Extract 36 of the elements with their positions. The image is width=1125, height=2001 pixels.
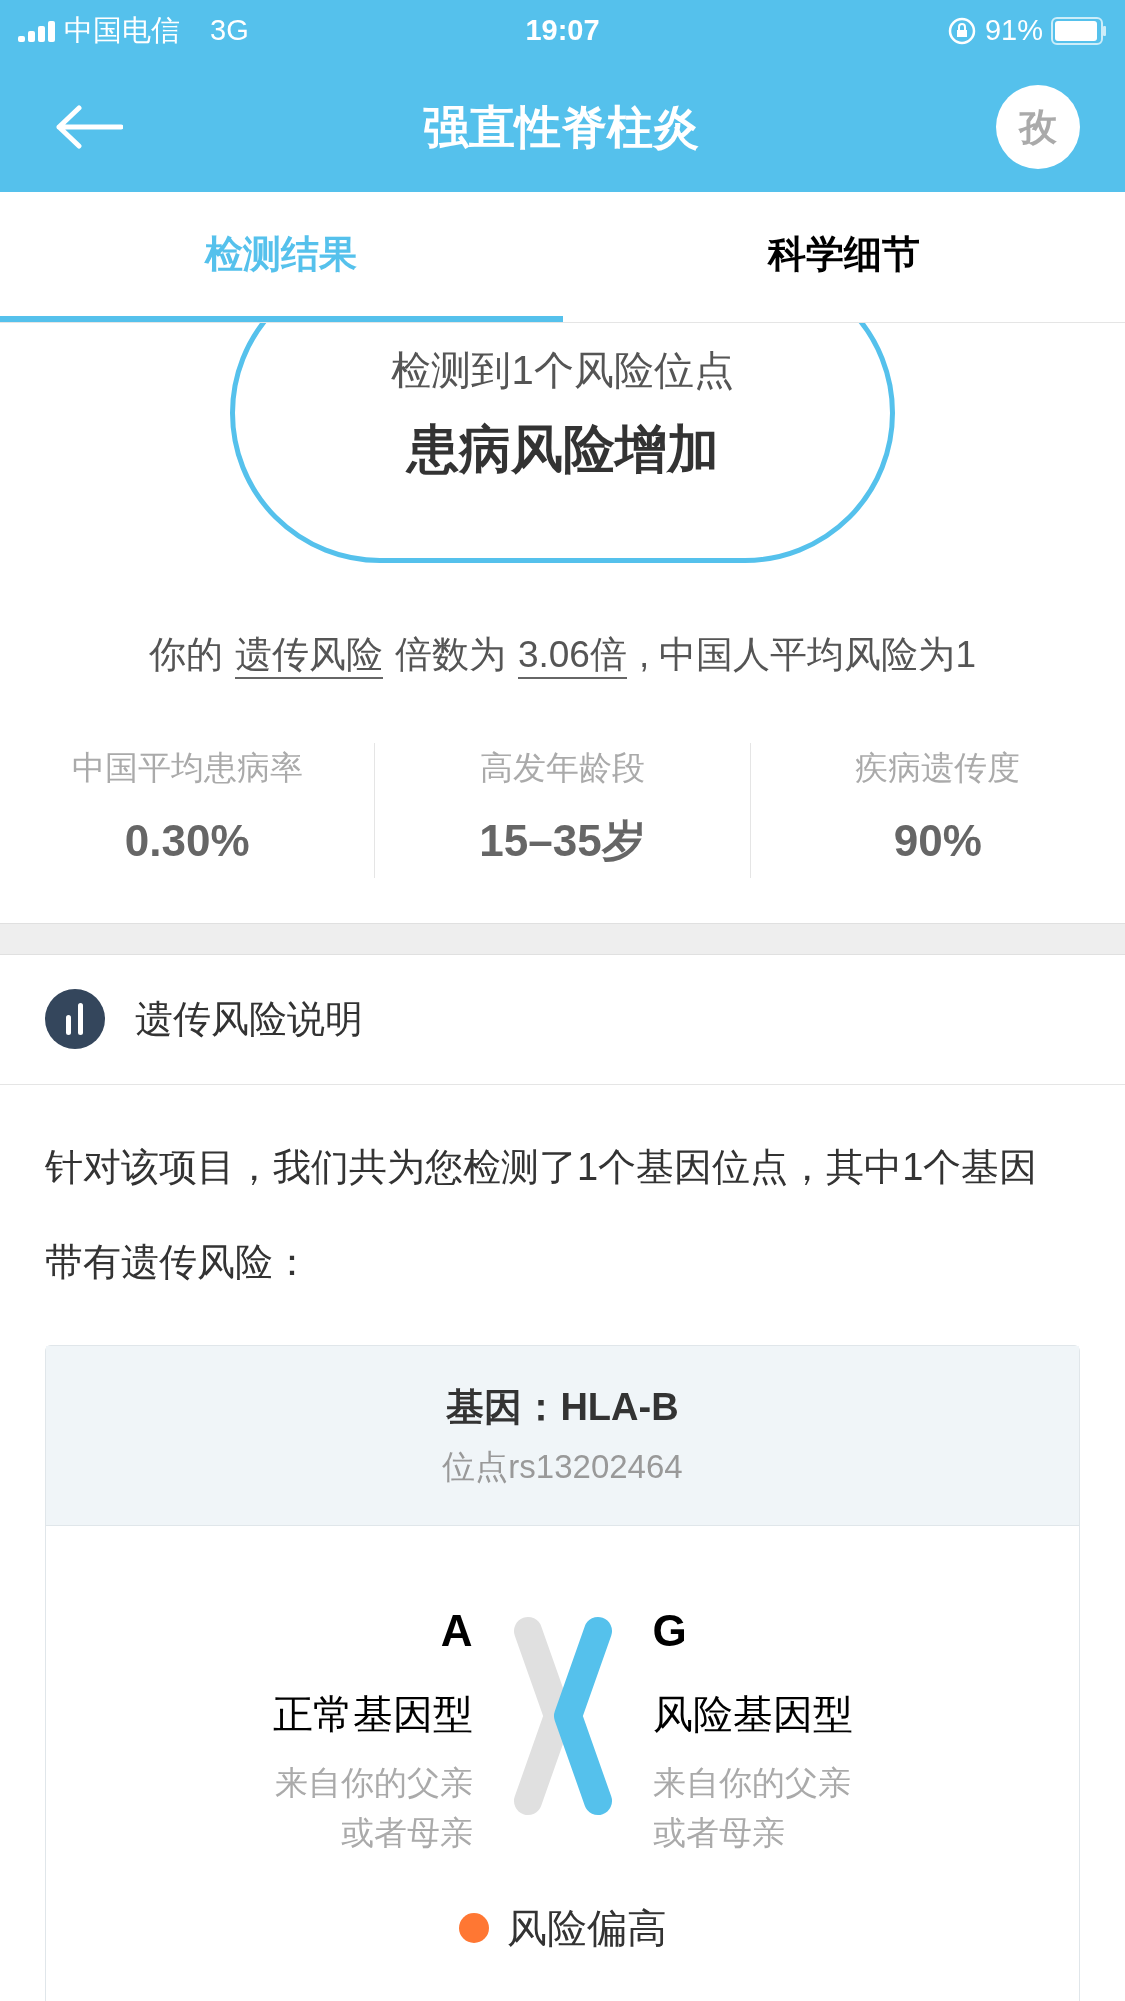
allele-letter: A [440, 1605, 473, 1656]
risk-level-label: 风险偏高 [506, 1904, 667, 1952]
result-summary: 检测到1个风险位点 [391, 347, 734, 394]
genotype-label: 风险基因型 [652, 1690, 853, 1738]
signal-icon [18, 20, 56, 42]
carrier-name: 中国电信 [64, 13, 180, 49]
network-type: 3G [210, 13, 249, 49]
section-title: 遗传风险说明 [135, 996, 363, 1042]
clock: 19:07 [525, 13, 600, 49]
stat-value: 15–35岁 [479, 815, 646, 867]
risk-sentence: 你的 遗传风险 倍数为 3.06倍 , 中国人平均风险为1 [0, 627, 1125, 683]
battery-icon [1051, 17, 1107, 45]
intro-text: 针对该项目，我们共为您检测了1个基因位点，其中1个基因带有遗传风险： [44, 1144, 1039, 1285]
genotype-origin: 或者母亲 [652, 1812, 785, 1853]
genotype-origin: 来自你的父亲 [652, 1762, 851, 1803]
genotype-label: 正常基因型 [272, 1690, 473, 1738]
rotation-lock-icon [946, 16, 977, 46]
gene-name: 基因：HLA-B [446, 1384, 679, 1430]
stat-value: 90% [893, 815, 982, 867]
result-verdict: 患病风险增加 [406, 419, 719, 480]
stat-label: 中国平均患病率 [71, 747, 303, 788]
page-title: 强直性脊柱炎 [422, 99, 699, 155]
back-arrow-icon [55, 105, 123, 149]
stat-value: 0.30% [124, 815, 250, 867]
avatar[interactable]: 孜 [996, 85, 1080, 169]
locus-id: 位点rs13202464 [442, 1446, 683, 1487]
genotype-origin: 来自你的父亲 [274, 1762, 473, 1803]
genotype-origin: 或者母亲 [340, 1812, 473, 1853]
stat-label: 疾病遗传度 [855, 747, 1021, 788]
battery-percent: 91% [984, 13, 1043, 49]
tab[interactable]: 科学细节 [562, 192, 1125, 322]
stat-label: 高发年龄段 [480, 747, 645, 788]
allele-letter: G [652, 1605, 687, 1656]
info-icon [45, 989, 105, 1049]
tab[interactable]: 检测结果 [0, 192, 563, 322]
back-button[interactable] [55, 102, 125, 152]
